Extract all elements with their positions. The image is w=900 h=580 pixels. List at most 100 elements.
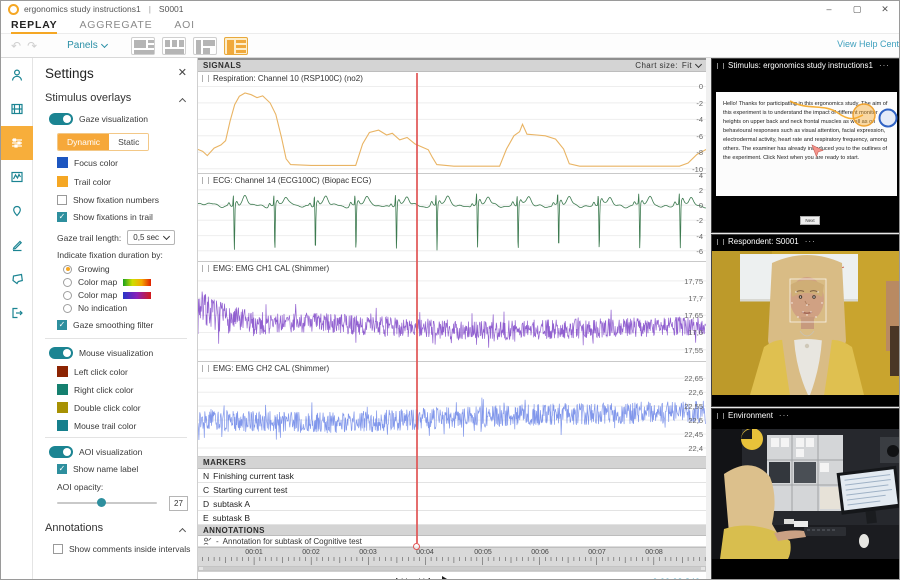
mouse-visualization-toggle-row: Mouse visualization <box>49 347 153 359</box>
undo-redo-icons[interactable]: ↶↷ <box>11 39 43 53</box>
focus-color-swatch[interactable] <box>57 157 68 168</box>
pencil-icon <box>10 238 24 252</box>
double-click-color-swatch[interactable] <box>57 402 68 413</box>
film-icon <box>10 102 24 116</box>
sidebar-item-markers[interactable] <box>1 194 33 228</box>
play-button[interactable] <box>442 576 452 580</box>
sidebar-item-exit[interactable] <box>1 296 33 330</box>
no-indication-radio[interactable] <box>63 304 72 313</box>
aoi-opacity-value[interactable]: 27 <box>169 496 188 511</box>
drag-handle-icon[interactable] <box>202 265 209 272</box>
timeline-label: 00:08 <box>642 549 666 556</box>
drag-handle-icon[interactable] <box>717 413 724 419</box>
collapse-chevron-icon[interactable] <box>179 528 186 535</box>
sidebar-item-signals[interactable] <box>1 160 33 194</box>
drag-handle-icon[interactable] <box>202 177 209 184</box>
menu-bar: REPLAY AGGREGATE AOI <box>1 17 899 34</box>
study-title: ergonomics study instructions1 <box>24 4 141 14</box>
respondent-panel-header[interactable]: Respondent: S0001 ··· <box>712 235 900 248</box>
sidebar-item-aoi[interactable] <box>1 262 33 296</box>
marker-row[interactable]: CStarting current test <box>198 483 706 497</box>
right-click-color-swatch[interactable] <box>57 384 68 395</box>
keyboard <box>804 527 846 536</box>
video-column: Stimulus: ergonomics study instructions1… <box>711 58 900 580</box>
ecg-chart-title: ECG: Channel 14 (ECG100C) (Biopac ECG) <box>213 176 371 185</box>
stimulus-overlays-header[interactable]: Stimulus overlays <box>45 92 131 104</box>
tab-aoi[interactable]: AOI <box>174 17 195 34</box>
layout-option-1-button[interactable] <box>131 37 155 55</box>
mouse-visualization-toggle[interactable] <box>49 347 73 359</box>
trail-color-row: Trail color <box>57 176 111 187</box>
tab-aggregate[interactable]: AGGREGATE <box>79 17 152 34</box>
playback-speed-dropdown[interactable]: 1x <box>625 577 642 580</box>
gaze-visualization-toggle[interactable] <box>49 113 73 125</box>
colormap2-radio[interactable] <box>63 291 72 300</box>
gaze-overlay <box>712 59 900 233</box>
scrollbar-thumb[interactable] <box>203 567 701 570</box>
minimize-button[interactable]: – <box>815 1 843 17</box>
drag-handle-icon[interactable] <box>202 365 209 372</box>
sidebar-item-settings[interactable] <box>1 126 33 160</box>
playhead-handle[interactable] <box>413 543 420 550</box>
mouse-trail-color-swatch[interactable] <box>57 420 68 431</box>
gaze-trail-length-dropdown[interactable]: 0,5 sec <box>127 230 175 245</box>
annotation-row[interactable]: - Annotation for subtask of Cognitive te… <box>198 536 706 547</box>
emg-ch1-chart[interactable]: EMG: EMG CH1 CAL (Shimmer) 17,7517,717,6… <box>198 262 706 362</box>
sidebar-item-annotations[interactable] <box>1 228 33 262</box>
marker-row[interactable]: Esubtask B <box>198 511 706 525</box>
trail-color-swatch[interactable] <box>57 176 68 187</box>
gaze-smoothing-checkbox[interactable]: ✓ <box>57 320 67 330</box>
show-name-label-checkbox[interactable]: ✓ <box>57 464 67 474</box>
option-colormap1-row: Color map <box>63 277 151 287</box>
timeline-ruler[interactable] <box>198 557 706 566</box>
timeline-label: 00:05 <box>471 549 495 556</box>
maximize-button[interactable]: ▢ <box>843 1 871 17</box>
aoi-opacity-slider[interactable] <box>57 502 157 504</box>
collapse-chevron-icon[interactable] <box>179 98 186 105</box>
drag-handle-icon[interactable] <box>717 239 724 245</box>
marker-row[interactable]: NFinishing current task <box>198 469 706 483</box>
playhead-line[interactable] <box>416 73 418 543</box>
growing-radio[interactable] <box>63 265 72 274</box>
panel-menu-icon[interactable]: ··· <box>779 411 790 420</box>
respondent-title: S0001 <box>159 4 184 14</box>
show-fixations-in-trail-checkbox[interactable]: ✓ <box>57 212 67 222</box>
respondent-panel: Respondent: S0001 ··· <box>711 234 900 407</box>
static-mode-button[interactable]: Static <box>109 134 148 150</box>
sidebar-item-respondents[interactable] <box>1 58 33 92</box>
colormap1-radio[interactable] <box>63 278 72 287</box>
layout-option-3-button[interactable] <box>193 37 217 55</box>
colormap2-gradient <box>123 292 151 299</box>
chart-size-dropdown[interactable]: Chart size: Fit <box>635 61 701 70</box>
settings-close-icon[interactable]: ✕ <box>178 66 187 79</box>
sidebar-item-recordings[interactable] <box>1 92 33 126</box>
mouse-trail-color-row: Mouse trail color <box>57 420 136 431</box>
tab-replay[interactable]: REPLAY <box>11 17 57 34</box>
slider-knob[interactable] <box>97 498 106 507</box>
environment-panel-header[interactable]: Environment ··· <box>712 409 900 422</box>
marker-row[interactable]: Dsubtask A <box>198 497 706 511</box>
show-fixation-numbers-checkbox[interactable] <box>57 195 67 205</box>
respiration-chart[interactable]: Respiration: Channel 10 (RSP100C) (no2) … <box>198 72 706 174</box>
layout-option-4-button[interactable] <box>224 37 248 55</box>
dynamic-mode-button[interactable]: Dynamic <box>58 134 109 150</box>
panels-dropdown[interactable]: Panels <box>67 40 107 51</box>
gaze-mode-segmented: Dynamic Static <box>57 133 149 151</box>
emg-ch2-chart[interactable]: EMG: EMG CH2 CAL (Shimmer) 22,6522,622,5… <box>198 362 706 457</box>
annotations-section-header[interactable]: Annotations <box>45 522 103 534</box>
option-growing-row: Growing <box>63 264 110 274</box>
layout-option-2-button[interactable] <box>162 37 186 55</box>
aoi-opacity-label: AOI opacity: <box>57 482 103 492</box>
option-colormap2-row: Color map <box>63 290 151 300</box>
aoi-visualization-toggle[interactable] <box>49 446 73 458</box>
panel-menu-icon[interactable]: ··· <box>805 237 816 246</box>
show-comments-checkbox[interactable] <box>53 544 63 554</box>
environment-panel-title: Environment <box>728 411 773 420</box>
drag-handle-icon[interactable] <box>202 75 209 82</box>
exit-icon <box>10 306 24 320</box>
step-size-label[interactable]: 50 ms <box>474 577 497 580</box>
close-button[interactable]: ✕ <box>871 1 899 17</box>
left-click-color-swatch[interactable] <box>57 366 68 377</box>
ecg-chart[interactable]: ECG: Channel 14 (ECG100C) (Biopac ECG) 4… <box>198 174 706 262</box>
view-help-center-link[interactable]: View Help Center <box>837 39 900 49</box>
